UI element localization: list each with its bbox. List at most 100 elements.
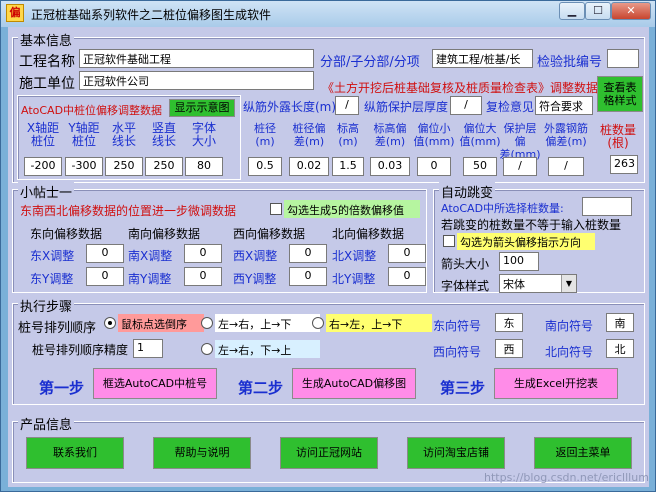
step2-button[interactable]: 生成AutoCAD偏移图 xyxy=(292,368,416,399)
subproject-label: 分部/子分部/分项 xyxy=(320,55,420,70)
jump-note: 若跳变的桩数量不等于输入桩数量 xyxy=(441,218,622,232)
arrow-checkbox-label[interactable]: 勾选为箭头偏移指示方向 xyxy=(457,233,595,250)
product-legend: 产品信息 xyxy=(18,414,75,433)
project-name-label: 工程名称 xyxy=(19,54,75,70)
pile-header-4: 偏位小 值(mm) xyxy=(413,122,455,148)
tips-y-label-3: 北Y调整 xyxy=(332,272,376,286)
step1-button[interactable]: 框选AutoCAD中桩号 xyxy=(93,368,217,399)
north-symbol-input[interactable]: 北 xyxy=(606,339,634,358)
order-option-label-3[interactable]: 左→右，下→上 xyxy=(215,340,320,358)
pile-count-input[interactable]: 263 xyxy=(610,155,638,174)
font-style-select[interactable]: 宋体 ▼ xyxy=(499,274,577,293)
pile-value-input-4[interactable]: 0 xyxy=(417,157,451,176)
rebar-exposed-input[interactable]: / xyxy=(335,96,359,115)
arrow-checkbox[interactable] xyxy=(443,235,455,247)
review-input[interactable]: 符合要求 xyxy=(535,96,593,115)
basic-info-legend: 基本信息 xyxy=(18,30,75,49)
construction-input[interactable]: 正冠软件公司 xyxy=(79,71,314,90)
tips-y-input-2[interactable]: 0 xyxy=(289,267,327,286)
order-option-label-0[interactable]: 鼠标点选倒序 xyxy=(118,314,204,332)
order-radio-3[interactable] xyxy=(201,343,213,355)
tips-desc: 东南西北偏移数据的位置进一步微调数据 xyxy=(20,204,237,218)
cad-header-4: 字体 大小 xyxy=(191,121,216,148)
client-area: 基本信息 工程名称 正冠软件基础工程 分部/子分部/分项 建筑工程/桩基/长 检… xyxy=(8,27,649,487)
tips-y-label-0: 东Y调整 xyxy=(30,272,74,286)
view-table-button[interactable]: 查看表 格样式 xyxy=(597,76,643,112)
rebar-exposed-label: 纵筋外露长度(m) xyxy=(243,100,337,114)
font-style-value: 宋体 xyxy=(503,278,525,291)
cad-value-input-0[interactable]: -200 xyxy=(24,157,62,176)
inspection-input[interactable] xyxy=(607,49,639,68)
product-button-0[interactable]: 联系我们 xyxy=(26,437,124,469)
watermark: https://blog.csdn.net/ericlllum xyxy=(484,471,649,484)
pile-value-input-5[interactable]: 50 xyxy=(463,157,497,176)
product-button-3[interactable]: 访问淘宝店铺 xyxy=(407,437,505,469)
chevron-down-icon[interactable]: ▼ xyxy=(561,275,576,292)
multiple-checkbox-label[interactable]: 勾选生成5的倍数偏移值 xyxy=(284,200,420,218)
app-icon: 偏 xyxy=(6,4,24,22)
pile-value-input-7[interactable]: / xyxy=(548,157,584,176)
precision-label: 桩号排列顺序精度 xyxy=(32,343,129,357)
tips-legend: 小帖士一 xyxy=(18,182,75,201)
order-radio-1[interactable] xyxy=(201,317,213,329)
tips-x-label-0: 东X调整 xyxy=(30,249,75,263)
tips-group-title-3: 北向偏移数据 xyxy=(332,227,405,241)
step3-button[interactable]: 生成Excel开挖表 xyxy=(494,368,618,399)
tips-y-input-0[interactable]: 0 xyxy=(86,267,124,286)
tips-x-input-0[interactable]: 0 xyxy=(86,244,124,263)
close-button[interactable]: ✕ xyxy=(611,2,651,20)
cad-value-input-1[interactable]: -300 xyxy=(65,157,103,176)
cad-value-input-2[interactable]: 250 xyxy=(105,157,143,176)
cad-value-input-4[interactable]: 80 xyxy=(185,157,223,176)
pile-header-0: 桩径 (m) xyxy=(254,122,276,148)
south-symbol-input[interactable]: 南 xyxy=(606,313,634,332)
minimize-button[interactable]: ▁ xyxy=(559,2,585,20)
tips-x-input-1[interactable]: 0 xyxy=(184,244,222,263)
title-bar[interactable]: 偏 正冠桩基础系列软件之二桩位偏移图生成软件 ▁ ☐ ✕ xyxy=(1,1,655,27)
pile-value-input-3[interactable]: 0.03 xyxy=(370,157,410,176)
inspection-label: 检验批编号 xyxy=(537,55,603,70)
step1-label: 第一步 xyxy=(39,379,85,397)
precision-input[interactable]: 1 xyxy=(133,339,163,358)
east-symbol-label: 东向符号 xyxy=(433,319,482,333)
tips-x-input-2[interactable]: 0 xyxy=(289,244,327,263)
font-style-label: 字体样式 xyxy=(441,279,490,293)
order-option-label-1[interactable]: 左→右，上→下 xyxy=(215,314,320,332)
window-title: 正冠桩基础系列软件之二桩位偏移图生成软件 xyxy=(31,8,272,22)
cad-header-2: 水平 线长 xyxy=(111,121,136,148)
tips-y-input-1[interactable]: 0 xyxy=(184,267,222,286)
tips-y-label-2: 西Y调整 xyxy=(233,272,277,286)
arrow-size-input[interactable]: 100 xyxy=(499,252,539,271)
project-name-input[interactable]: 正冠软件基础工程 xyxy=(79,49,314,68)
selected-count-input[interactable] xyxy=(582,197,632,216)
step2-label: 第二步 xyxy=(238,379,284,397)
rebar-cover-input[interactable]: / xyxy=(450,96,482,115)
order-radio-2[interactable] xyxy=(312,317,324,329)
pile-value-input-0[interactable]: 0.5 xyxy=(248,157,282,176)
product-button-1[interactable]: 帮助与说明 xyxy=(153,437,251,469)
pile-value-input-2[interactable]: 1.5 xyxy=(332,157,364,176)
pile-value-input-6[interactable]: / xyxy=(503,157,537,176)
pile-value-input-1[interactable]: 0.02 xyxy=(289,157,329,176)
subproject-input[interactable]: 建筑工程/桩基/长 xyxy=(432,49,533,68)
cad-header-3: 竖直 线长 xyxy=(151,121,176,148)
order-radio-0[interactable] xyxy=(104,317,116,329)
tips-group-title-2: 西向偏移数据 xyxy=(233,227,306,241)
west-symbol-input[interactable]: 西 xyxy=(495,339,523,358)
review-label: 复检意见 xyxy=(486,100,535,114)
product-button-2[interactable]: 访问正冠网站 xyxy=(280,437,378,469)
east-symbol-input[interactable]: 东 xyxy=(495,313,523,332)
multiple-checkbox[interactable] xyxy=(270,203,282,215)
app-window: 偏 正冠桩基础系列软件之二桩位偏移图生成软件 ▁ ☐ ✕ 基本信息 工程名称 正… xyxy=(0,0,656,492)
cad-header-0: X轴距 桩位 xyxy=(26,121,60,148)
tips-y-input-3[interactable]: 0 xyxy=(388,267,426,286)
order-option-label-2[interactable]: 右→左，上→下 xyxy=(326,314,432,332)
pile-header-6: 保护层偏 差(mm) xyxy=(499,122,541,161)
tips-x-input-3[interactable]: 0 xyxy=(388,244,426,263)
step3-label: 第三步 xyxy=(440,379,486,397)
product-button-4[interactable]: 返回主菜单 xyxy=(534,437,632,469)
cad-value-input-3[interactable]: 250 xyxy=(145,157,183,176)
maximize-button[interactable]: ☐ xyxy=(585,2,611,20)
show-diagram-button[interactable]: 显示示意图 xyxy=(169,99,235,117)
order-label: 桩号排列顺序 xyxy=(18,321,97,336)
